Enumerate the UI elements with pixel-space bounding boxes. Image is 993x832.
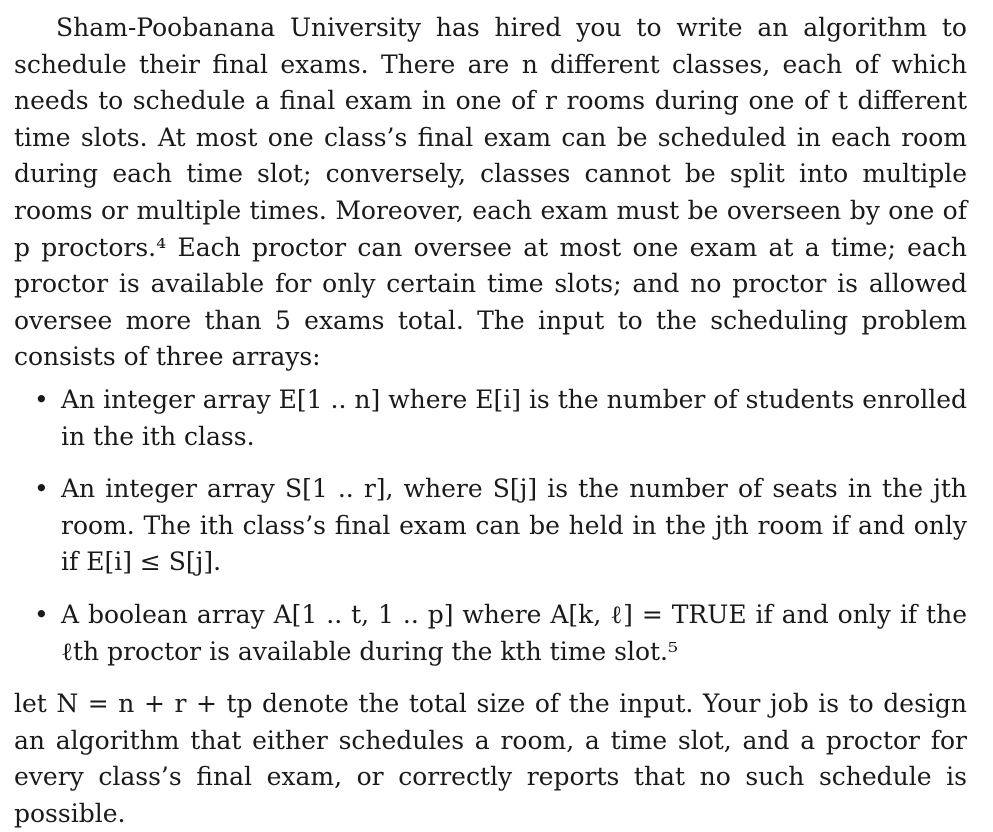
- input-arrays-list: • An integer array E[1 .. n] where E[i] …: [14, 382, 967, 670]
- list-item: • A boolean array A[1 .. t, 1 .. p] wher…: [14, 597, 967, 670]
- intro-paragraph: Sham-Poobanana University has hired you …: [14, 13, 967, 372]
- bullet-marker: •: [34, 384, 49, 414]
- bullet-marker: •: [34, 474, 49, 504]
- bullet-marker: •: [34, 599, 49, 629]
- list-item: • An integer array E[1 .. n] where E[i] …: [14, 382, 967, 455]
- closing-paragraph: let N = n + r + tp denote the total size…: [14, 689, 967, 828]
- bullet-text-enrollment-array: An integer array E[1 .. n] where E[i] is…: [61, 384, 967, 451]
- list-item: • An integer array S[1 .. r], where S[j]…: [14, 471, 967, 581]
- document-page: Sham-Poobanana University has hired you …: [0, 0, 993, 828]
- bullet-text-availability-array: A boolean array A[1 .. t, 1 .. p] where …: [61, 599, 967, 666]
- bullet-text-seats-array: An integer array S[1 .. r], where S[j] i…: [61, 474, 967, 577]
